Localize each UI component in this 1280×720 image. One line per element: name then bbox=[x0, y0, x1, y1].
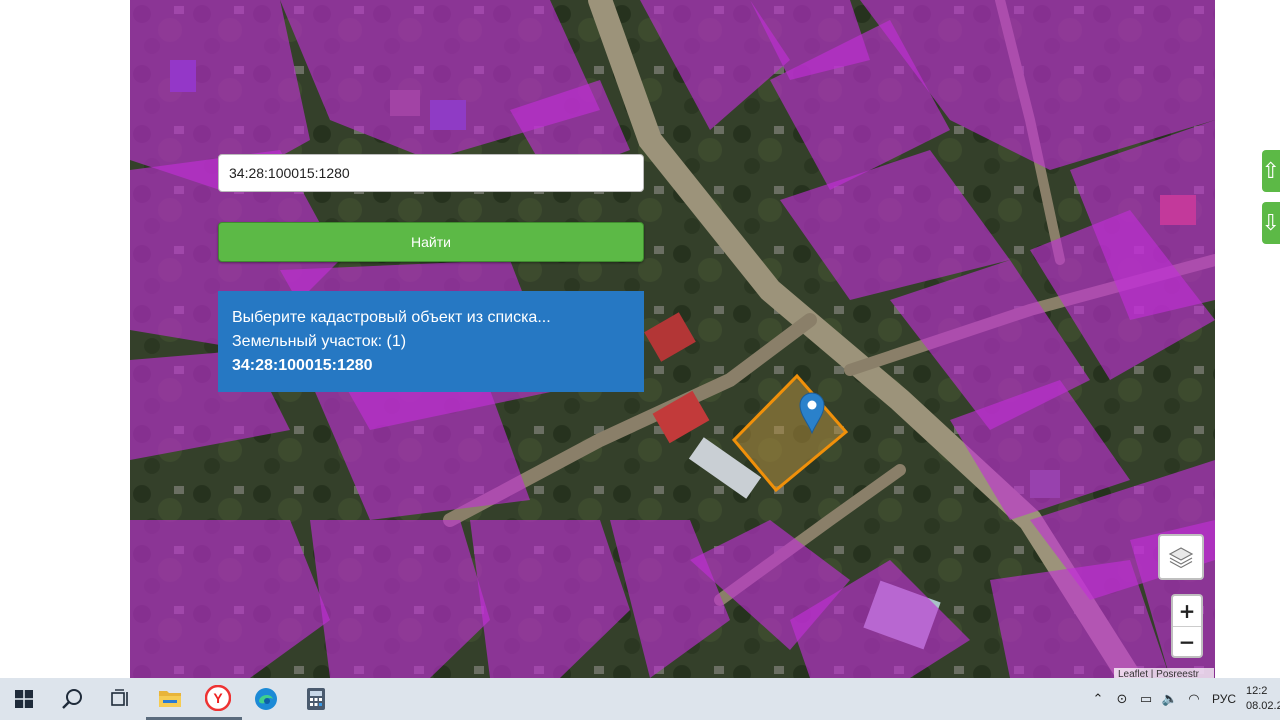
tray-app-button[interactable]: ⊙ bbox=[1110, 678, 1134, 720]
start-button[interactable] bbox=[0, 678, 48, 720]
search-button[interactable]: Найти bbox=[218, 222, 644, 262]
network-button[interactable]: ◠ bbox=[1182, 678, 1206, 720]
file-explorer-icon bbox=[159, 690, 181, 707]
task-view-button[interactable] bbox=[96, 678, 144, 720]
search-icon bbox=[62, 689, 82, 709]
taskbar-calculator[interactable] bbox=[292, 678, 340, 720]
map-attribution[interactable]: Leaflet | Рosreestr bbox=[1114, 668, 1214, 678]
zoom-out-button[interactable]: − bbox=[1173, 627, 1201, 657]
search-results-panel: Выберите кадастровый объект из списка...… bbox=[218, 291, 644, 392]
screen: Найти Выберите кадастровый объект из спи… bbox=[0, 0, 1280, 720]
volume-button[interactable]: 🔈 bbox=[1158, 678, 1182, 720]
edge-icon bbox=[255, 688, 277, 710]
arrow-down-icon: ⇩ bbox=[1262, 210, 1280, 236]
clock-date: 08.02.2 bbox=[1246, 700, 1280, 712]
scroll-up-button[interactable]: ⇧ bbox=[1262, 150, 1280, 192]
task-view-icon bbox=[111, 689, 128, 706]
arrow-up-icon: ⇧ bbox=[1262, 158, 1280, 184]
system-tray: ⌃ ⊙ ▭ 🔈 ◠ РУС 12:2 08.02.2 bbox=[1086, 678, 1280, 720]
layers-icon bbox=[1168, 547, 1194, 569]
zoom-in-button[interactable]: + bbox=[1173, 596, 1201, 627]
cadastral-number-search-input[interactable] bbox=[218, 154, 644, 192]
windows-start-icon bbox=[15, 690, 33, 708]
result-item[interactable]: 34:28:100015:1280 bbox=[232, 354, 630, 378]
battery-button[interactable]: ▭ bbox=[1134, 678, 1158, 720]
chevron-up-icon: ⌃ bbox=[1092, 691, 1104, 707]
input-language-indicator[interactable]: РУС bbox=[1206, 692, 1246, 706]
results-group-label: Земельный участок: (1) bbox=[232, 333, 407, 350]
battery-icon: ▭ bbox=[1139, 691, 1153, 707]
zoom-control: + − bbox=[1171, 594, 1203, 658]
wifi-icon: ◠ bbox=[1188, 691, 1200, 707]
scroll-down-button[interactable]: ⇩ bbox=[1262, 202, 1280, 244]
taskbar-edge[interactable] bbox=[242, 678, 290, 720]
taskbar-search-button[interactable] bbox=[48, 678, 96, 720]
speaker-icon: 🔈 bbox=[1161, 691, 1179, 707]
taskbar-file-explorer[interactable] bbox=[146, 678, 194, 720]
results-prompt: Выберите кадастровый объект из списка... bbox=[232, 309, 551, 326]
clock-time: 12:2 bbox=[1246, 685, 1268, 697]
taskbar-yandex-browser[interactable]: Y bbox=[194, 678, 242, 720]
link-icon: ⊙ bbox=[1116, 691, 1128, 707]
yandex-browser-icon: Y bbox=[205, 684, 231, 711]
layers-control-button[interactable] bbox=[1158, 534, 1204, 580]
taskbar: Y ⌃ ⊙ ▭ 🔈 ◠ РУС 12:2 08.02.2 bbox=[0, 678, 1280, 720]
calculator-icon bbox=[307, 688, 325, 710]
show-hidden-icons-button[interactable]: ⌃ bbox=[1086, 678, 1110, 720]
svg-text:Y: Y bbox=[213, 690, 223, 706]
clock[interactable]: 12:2 08.02.2 bbox=[1246, 684, 1280, 714]
